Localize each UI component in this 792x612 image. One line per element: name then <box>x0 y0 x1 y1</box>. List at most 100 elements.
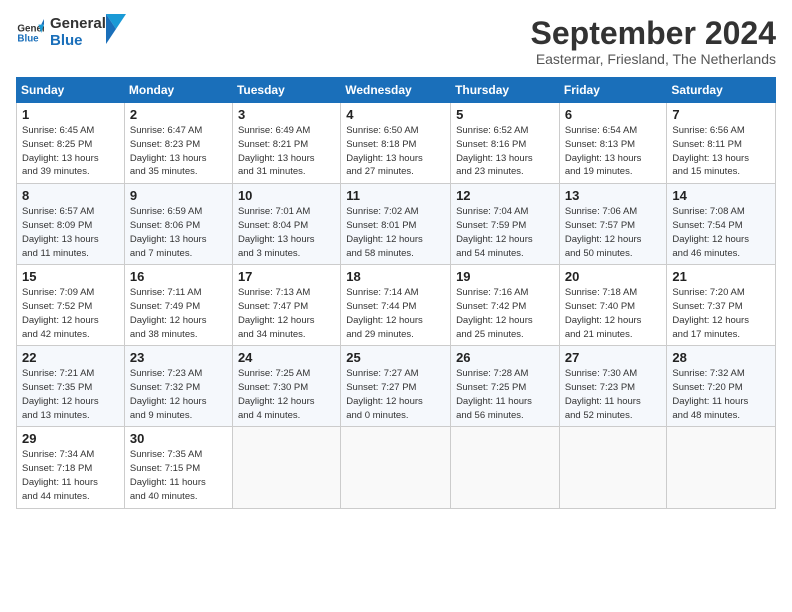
day-info: Sunrise: 6:49 AMSunset: 8:21 PMDaylight:… <box>238 124 335 179</box>
day-number: 21 <box>672 269 770 284</box>
day-info: Sunrise: 7:01 AMSunset: 8:04 PMDaylight:… <box>238 205 335 260</box>
table-row: 28 Sunrise: 7:32 AMSunset: 7:20 PMDaylig… <box>667 346 776 427</box>
day-number: 1 <box>22 107 119 122</box>
table-row: 16 Sunrise: 7:11 AMSunset: 7:49 PMDaylig… <box>124 265 232 346</box>
day-number: 30 <box>130 431 227 446</box>
day-number: 23 <box>130 350 227 365</box>
day-info: Sunrise: 7:32 AMSunset: 7:20 PMDaylight:… <box>672 367 770 422</box>
table-row: 1 Sunrise: 6:45 AMSunset: 8:25 PMDayligh… <box>17 103 125 184</box>
header: General Blue General Blue September 2024… <box>16 16 776 67</box>
table-row: 6 Sunrise: 6:54 AMSunset: 8:13 PMDayligh… <box>559 103 667 184</box>
day-info: Sunrise: 6:57 AMSunset: 8:09 PMDaylight:… <box>22 205 119 260</box>
day-info: Sunrise: 7:21 AMSunset: 7:35 PMDaylight:… <box>22 367 119 422</box>
day-info: Sunrise: 6:54 AMSunset: 8:13 PMDaylight:… <box>565 124 662 179</box>
table-row: 2 Sunrise: 6:47 AMSunset: 8:23 PMDayligh… <box>124 103 232 184</box>
table-row: 20 Sunrise: 7:18 AMSunset: 7:40 PMDaylig… <box>559 265 667 346</box>
day-info: Sunrise: 7:30 AMSunset: 7:23 PMDaylight:… <box>565 367 662 422</box>
table-row <box>559 427 667 508</box>
col-sunday: Sunday <box>17 78 125 103</box>
day-number: 9 <box>130 188 227 203</box>
col-friday: Friday <box>559 78 667 103</box>
table-row: 15 Sunrise: 7:09 AMSunset: 7:52 PMDaylig… <box>17 265 125 346</box>
day-info: Sunrise: 7:28 AMSunset: 7:25 PMDaylight:… <box>456 367 554 422</box>
month-title: September 2024 <box>531 16 776 51</box>
logo-triangle <box>106 14 126 44</box>
col-thursday: Thursday <box>451 78 560 103</box>
day-info: Sunrise: 6:52 AMSunset: 8:16 PMDaylight:… <box>456 124 554 179</box>
table-row <box>341 427 451 508</box>
logo-icon: General Blue <box>16 19 44 47</box>
table-row: 13 Sunrise: 7:06 AMSunset: 7:57 PMDaylig… <box>559 184 667 265</box>
day-number: 24 <box>238 350 335 365</box>
subtitle: Eastermar, Friesland, The Netherlands <box>531 51 776 67</box>
day-info: Sunrise: 7:13 AMSunset: 7:47 PMDaylight:… <box>238 286 335 341</box>
logo-general: General <box>50 16 106 33</box>
day-number: 4 <box>346 107 445 122</box>
day-info: Sunrise: 6:45 AMSunset: 8:25 PMDaylight:… <box>22 124 119 179</box>
day-number: 3 <box>238 107 335 122</box>
col-wednesday: Wednesday <box>341 78 451 103</box>
day-info: Sunrise: 7:27 AMSunset: 7:27 PMDaylight:… <box>346 367 445 422</box>
day-info: Sunrise: 7:11 AMSunset: 7:49 PMDaylight:… <box>130 286 227 341</box>
table-row: 21 Sunrise: 7:20 AMSunset: 7:37 PMDaylig… <box>667 265 776 346</box>
table-row <box>451 427 560 508</box>
day-number: 8 <box>22 188 119 203</box>
day-info: Sunrise: 6:56 AMSunset: 8:11 PMDaylight:… <box>672 124 770 179</box>
day-number: 19 <box>456 269 554 284</box>
calendar: Sunday Monday Tuesday Wednesday Thursday… <box>16 77 776 508</box>
table-row <box>667 427 776 508</box>
table-row: 14 Sunrise: 7:08 AMSunset: 7:54 PMDaylig… <box>667 184 776 265</box>
day-number: 12 <box>456 188 554 203</box>
day-number: 29 <box>22 431 119 446</box>
col-monday: Monday <box>124 78 232 103</box>
table-row: 8 Sunrise: 6:57 AMSunset: 8:09 PMDayligh… <box>17 184 125 265</box>
table-row: 10 Sunrise: 7:01 AMSunset: 8:04 PMDaylig… <box>232 184 340 265</box>
table-row: 30 Sunrise: 7:35 AMSunset: 7:15 PMDaylig… <box>124 427 232 508</box>
day-info: Sunrise: 6:47 AMSunset: 8:23 PMDaylight:… <box>130 124 227 179</box>
day-info: Sunrise: 7:04 AMSunset: 7:59 PMDaylight:… <box>456 205 554 260</box>
svg-text:Blue: Blue <box>17 33 39 44</box>
table-row: 17 Sunrise: 7:13 AMSunset: 7:47 PMDaylig… <box>232 265 340 346</box>
day-info: Sunrise: 7:08 AMSunset: 7:54 PMDaylight:… <box>672 205 770 260</box>
day-number: 15 <box>22 269 119 284</box>
table-row: 26 Sunrise: 7:28 AMSunset: 7:25 PMDaylig… <box>451 346 560 427</box>
day-number: 7 <box>672 107 770 122</box>
table-row: 25 Sunrise: 7:27 AMSunset: 7:27 PMDaylig… <box>341 346 451 427</box>
logo: General Blue General Blue <box>16 16 126 49</box>
table-row: 9 Sunrise: 6:59 AMSunset: 8:06 PMDayligh… <box>124 184 232 265</box>
day-number: 27 <box>565 350 662 365</box>
table-row: 22 Sunrise: 7:21 AMSunset: 7:35 PMDaylig… <box>17 346 125 427</box>
day-info: Sunrise: 7:34 AMSunset: 7:18 PMDaylight:… <box>22 448 119 503</box>
day-number: 22 <box>22 350 119 365</box>
table-row: 11 Sunrise: 7:02 AMSunset: 8:01 PMDaylig… <box>341 184 451 265</box>
day-number: 6 <box>565 107 662 122</box>
col-tuesday: Tuesday <box>232 78 340 103</box>
day-info: Sunrise: 7:20 AMSunset: 7:37 PMDaylight:… <box>672 286 770 341</box>
day-number: 26 <box>456 350 554 365</box>
page: General Blue General Blue September 2024… <box>0 0 792 519</box>
day-number: 25 <box>346 350 445 365</box>
day-number: 20 <box>565 269 662 284</box>
table-row: 27 Sunrise: 7:30 AMSunset: 7:23 PMDaylig… <box>559 346 667 427</box>
day-number: 13 <box>565 188 662 203</box>
table-row: 19 Sunrise: 7:16 AMSunset: 7:42 PMDaylig… <box>451 265 560 346</box>
day-number: 2 <box>130 107 227 122</box>
day-number: 11 <box>346 188 445 203</box>
day-number: 14 <box>672 188 770 203</box>
day-number: 28 <box>672 350 770 365</box>
day-number: 5 <box>456 107 554 122</box>
day-info: Sunrise: 7:25 AMSunset: 7:30 PMDaylight:… <box>238 367 335 422</box>
day-info: Sunrise: 7:35 AMSunset: 7:15 PMDaylight:… <box>130 448 227 503</box>
day-number: 17 <box>238 269 335 284</box>
table-row: 24 Sunrise: 7:25 AMSunset: 7:30 PMDaylig… <box>232 346 340 427</box>
table-row: 29 Sunrise: 7:34 AMSunset: 7:18 PMDaylig… <box>17 427 125 508</box>
day-info: Sunrise: 6:59 AMSunset: 8:06 PMDaylight:… <box>130 205 227 260</box>
day-info: Sunrise: 7:06 AMSunset: 7:57 PMDaylight:… <box>565 205 662 260</box>
table-row: 18 Sunrise: 7:14 AMSunset: 7:44 PMDaylig… <box>341 265 451 346</box>
calendar-header-row: Sunday Monday Tuesday Wednesday Thursday… <box>17 78 776 103</box>
day-info: Sunrise: 7:14 AMSunset: 7:44 PMDaylight:… <box>346 286 445 341</box>
day-info: Sunrise: 7:23 AMSunset: 7:32 PMDaylight:… <box>130 367 227 422</box>
table-row: 7 Sunrise: 6:56 AMSunset: 8:11 PMDayligh… <box>667 103 776 184</box>
day-info: Sunrise: 7:02 AMSunset: 8:01 PMDaylight:… <box>346 205 445 260</box>
day-info: Sunrise: 7:18 AMSunset: 7:40 PMDaylight:… <box>565 286 662 341</box>
